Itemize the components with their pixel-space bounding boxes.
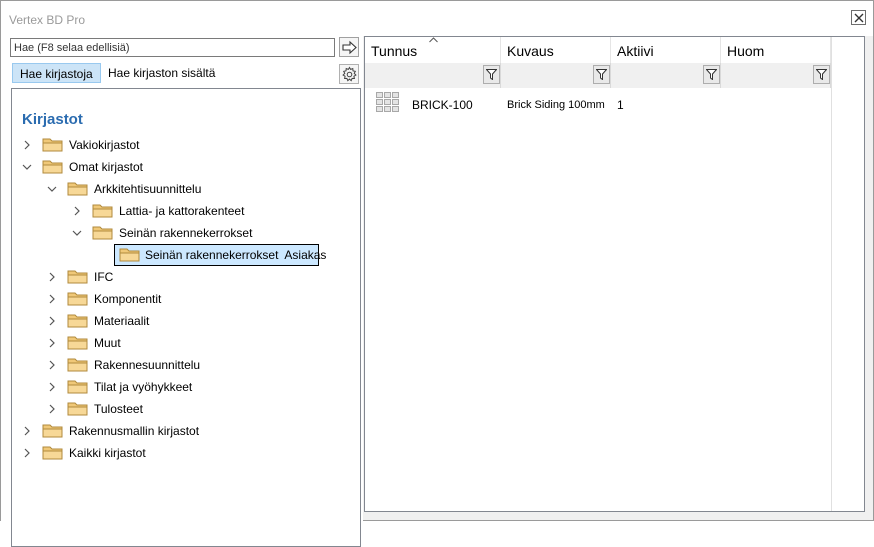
filter-icon [816,69,827,80]
close-button[interactable] [851,10,866,25]
chevron-right-icon[interactable] [47,272,57,282]
column-divider [831,37,832,511]
folder-icon [42,446,63,460]
chevron-down-icon[interactable] [47,184,57,194]
library-pane: Hae kirjastoja Hae kirjaston sisältä Kir… [1,36,363,547]
cell-aktiivi: 1 [617,98,624,112]
chevron-down-icon[interactable] [72,228,82,238]
tree-node-label: Omat kirjastot [69,160,144,174]
tree-node-label: Rakennesuunnittelu [94,358,201,372]
filter-cell-huom [721,63,831,88]
tab-search-libraries[interactable]: Hae kirjastoja [12,63,101,83]
filter-cell-kuvaus [501,63,611,88]
filter-button-huom[interactable] [813,65,830,84]
folder-icon [67,402,88,416]
column-header-label: Aktiivi [617,43,654,59]
cell-tunnus: BRICK-100 [412,98,473,112]
gear-icon [342,66,357,82]
filter-icon [596,69,607,80]
tree-node-label: Rakennusmallin kirjastot [69,424,200,438]
settings-button[interactable] [339,64,359,84]
column-header-label: Kuvaus [507,43,554,59]
sort-ascending-icon [429,37,438,43]
main-window: Vertex BD Pro Hae kirjastoja Hae kirjast… [0,0,874,547]
search-input[interactable] [10,38,335,57]
folder-icon [119,248,140,262]
chevron-right-icon[interactable] [22,426,32,436]
tree-title: Kirjastot [22,111,83,128]
tree-node-label: Komponentit [94,292,162,306]
tree-node-label: Tilat ja vyöhykkeet [94,380,193,394]
column-header-label: Tunnus [371,43,418,59]
column-header-aktiivi[interactable]: Aktiivi [611,37,721,63]
tab-search-library-content[interactable]: Hae kirjaston sisältä [101,63,222,83]
chevron-right-icon[interactable] [47,404,57,414]
folder-icon [67,270,88,284]
folder-icon [67,336,88,350]
arrow-right-icon [342,40,357,55]
cell-kuvaus: Brick Siding 100mm [507,99,605,111]
close-icon [854,13,864,23]
folder-icon [67,292,88,306]
folder-icon [92,226,113,240]
folder-icon [67,358,88,372]
tree-node-label: Lattia- ja kattorakenteet [119,204,245,218]
chevron-right-icon[interactable] [47,382,57,392]
chevron-right-icon[interactable] [47,360,57,370]
chevron-down-icon[interactable] [22,162,32,172]
folder-icon [42,138,63,152]
search-go-button[interactable] [339,37,359,57]
column-header-label: Huom [727,43,765,59]
chevron-right-icon[interactable] [47,316,57,326]
filter-cell-tunnus [365,63,501,88]
column-header-kuvaus[interactable]: Kuvaus [501,37,611,63]
tree-node-label: Muut [94,336,121,350]
folder-icon [67,380,88,394]
filter-cell-aktiivi [611,63,721,88]
results-table: Tunnus Kuvaus Aktiivi Huom BRICK-100 Bri… [364,36,865,512]
tree-node-label: Seinän rakennekerrokset Asiakas [145,248,327,262]
component-grid-icon [376,92,399,112]
chevron-right-icon[interactable] [47,294,57,304]
title-bar: Vertex BD Pro [1,1,873,36]
folder-icon [67,182,88,196]
tree-node-label: Tulosteet [94,402,143,416]
tree-node-label: Arkkitehtisuunnittelu [94,182,202,196]
filter-button-aktiivi[interactable] [703,65,720,84]
filter-button-tunnus[interactable] [483,65,500,84]
tree-node-label: Kaikki kirjastot [69,446,146,460]
folder-icon [42,160,63,174]
column-header-tunnus[interactable]: Tunnus [365,37,501,63]
folder-icon [42,424,63,438]
folder-icon [92,204,113,218]
chevron-right-icon[interactable] [22,448,32,458]
filter-icon [706,69,717,80]
filter-icon [486,69,497,80]
tree-node-label: IFC [94,270,114,284]
tree-node-label: Seinän rakennekerrokset [119,226,253,240]
tree-node-label: Materiaalit [94,314,150,328]
chevron-right-icon[interactable] [22,140,32,150]
folder-icon [67,314,88,328]
filter-button-kuvaus[interactable] [593,65,610,84]
tree-node-label: Vakiokirjastot [69,138,140,152]
library-tree: Kirjastot Vakiokirjastot Omat kirjastot Ar… [11,88,361,547]
column-header-huom[interactable]: Huom [721,37,831,63]
chevron-right-icon[interactable] [47,338,57,348]
window-title: Vertex BD Pro [9,13,86,27]
chevron-right-icon[interactable] [72,206,82,216]
